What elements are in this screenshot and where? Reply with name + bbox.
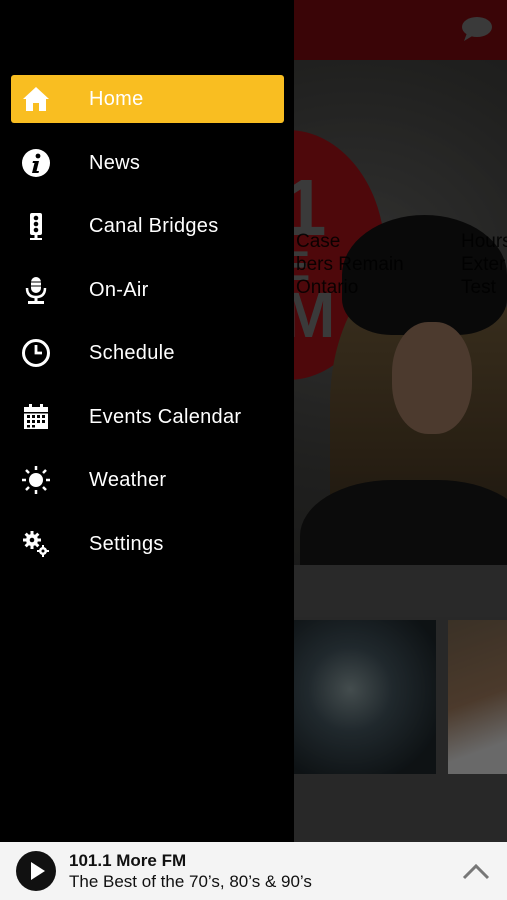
- home-icon: [20, 83, 52, 115]
- menu-item-canal-bridges[interactable]: Canal Bridges: [11, 202, 284, 250]
- navigation-drawer: Home News Canal Bridges On-Air Schedule …: [0, 0, 294, 842]
- mini-player[interactable]: 101.1 More FM The Best of the 70’s, 80’s…: [0, 842, 507, 900]
- menu-item-label: Schedule: [89, 342, 175, 364]
- station-name: 101.1 More FM: [69, 851, 187, 870]
- info-icon: [20, 147, 52, 179]
- menu-item-label: On-Air: [89, 279, 149, 301]
- menu-item-label: Canal Bridges: [89, 215, 219, 237]
- traffic-light-icon: [20, 210, 52, 242]
- sun-icon: [20, 464, 52, 496]
- gears-icon: [20, 528, 52, 560]
- menu-item-home[interactable]: Home: [11, 75, 284, 123]
- microphone-icon: [20, 274, 52, 306]
- clock-icon: [20, 337, 52, 369]
- station-tagline: The Best of the 70’s, 80’s & 90’s: [69, 872, 312, 891]
- menu-item-schedule[interactable]: Schedule: [11, 329, 284, 377]
- menu-item-on-air[interactable]: On-Air: [11, 266, 284, 314]
- menu-item-weather[interactable]: Weather: [11, 456, 284, 504]
- menu-item-label: News: [89, 152, 141, 174]
- calendar-icon: [20, 401, 52, 433]
- menu-item-settings[interactable]: Settings: [11, 520, 284, 568]
- menu-item-news[interactable]: News: [11, 139, 284, 187]
- menu-item-label: Events Calendar: [89, 406, 242, 428]
- menu-item-events-calendar[interactable]: Events Calendar: [11, 393, 284, 441]
- menu-item-label: Settings: [89, 533, 164, 555]
- menu-item-label: Home: [89, 88, 144, 110]
- chevron-up-icon[interactable]: [461, 860, 491, 882]
- play-icon[interactable]: [16, 851, 56, 891]
- menu-item-label: Weather: [89, 469, 167, 491]
